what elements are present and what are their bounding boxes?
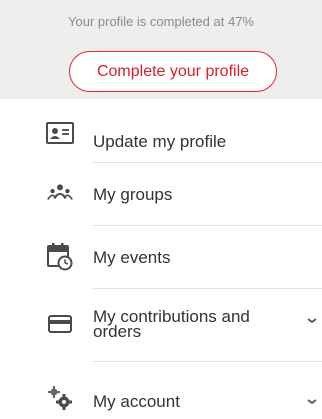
- menu-item-label: My events: [93, 248, 171, 267]
- id-card-icon: [46, 119, 74, 147]
- menu-item-events[interactable]: My events: [0, 233, 322, 283]
- profile-completion-panel: Your profile is completed at 47% Complet…: [0, 0, 322, 99]
- menu-item-label: My account: [93, 392, 180, 411]
- calendar-clock-icon: [46, 243, 74, 271]
- complete-profile-button[interactable]: Complete your profile: [69, 51, 277, 92]
- menu-item-label: Update my profile: [93, 132, 227, 151]
- menu-item-groups[interactable]: My groups: [0, 170, 322, 220]
- menu-item-contributions-orders[interactable]: My contributions and orders: [0, 296, 322, 356]
- menu-item-label: My groups: [93, 185, 173, 204]
- group-people-icon: [46, 178, 74, 206]
- chevron-down-icon: [305, 313, 319, 324]
- profile-completion-text: Your profile is completed at 47%: [68, 14, 254, 29]
- menu-divider: [93, 225, 322, 226]
- menu-divider: [93, 288, 322, 289]
- menu-divider: [93, 361, 322, 362]
- gears-icon: [46, 384, 74, 412]
- credit-card-icon: [46, 310, 74, 338]
- menu-item-label-line2: orders: [93, 322, 142, 341]
- chevron-down-icon: [305, 394, 319, 405]
- menu-item-update-profile[interactable]: Update my profile: [0, 109, 322, 157]
- menu-item-label: My contributions and orders: [93, 308, 250, 341]
- menu-item-account[interactable]: My account: [0, 369, 322, 419]
- menu-divider: [93, 162, 322, 163]
